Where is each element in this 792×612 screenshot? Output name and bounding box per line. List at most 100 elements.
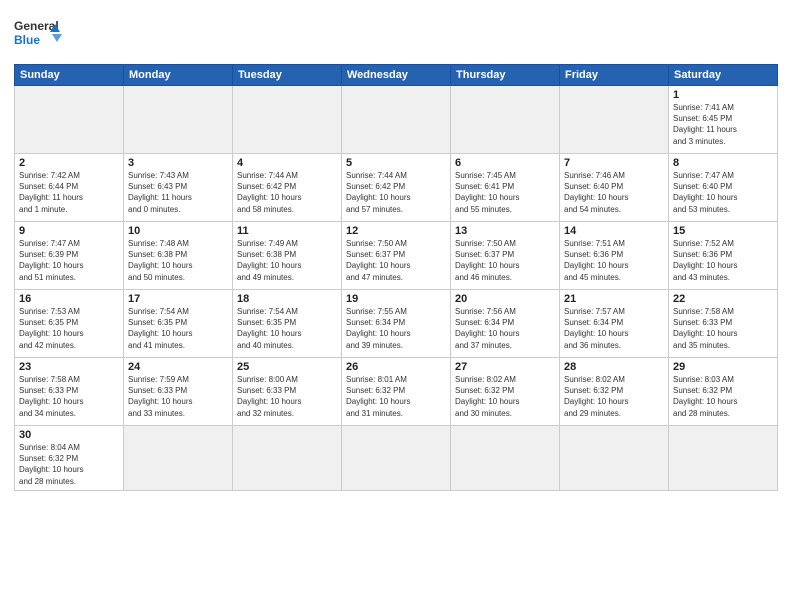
day-number: 4	[237, 157, 337, 169]
calendar-cell: 3Sunrise: 7:43 AM Sunset: 6:43 PM Daylig…	[124, 154, 233, 222]
calendar-cell: 4Sunrise: 7:44 AM Sunset: 6:42 PM Daylig…	[233, 154, 342, 222]
day-number: 3	[128, 157, 228, 169]
day-info: Sunrise: 7:51 AM Sunset: 6:36 PM Dayligh…	[564, 238, 664, 283]
day-info: Sunrise: 7:57 AM Sunset: 6:34 PM Dayligh…	[564, 306, 664, 351]
day-info: Sunrise: 7:58 AM Sunset: 6:33 PM Dayligh…	[673, 306, 773, 351]
calendar-cell-empty	[342, 426, 451, 491]
day-number: 9	[19, 225, 119, 237]
calendar-cell: 7Sunrise: 7:46 AM Sunset: 6:40 PM Daylig…	[560, 154, 669, 222]
calendar-cell: 19Sunrise: 7:55 AM Sunset: 6:34 PM Dayli…	[342, 290, 451, 358]
calendar-cell: 29Sunrise: 8:03 AM Sunset: 6:32 PM Dayli…	[669, 358, 778, 426]
day-number: 24	[128, 361, 228, 373]
calendar-cell: 27Sunrise: 8:02 AM Sunset: 6:32 PM Dayli…	[451, 358, 560, 426]
calendar-cell: 22Sunrise: 7:58 AM Sunset: 6:33 PM Dayli…	[669, 290, 778, 358]
calendar-row-3: 9Sunrise: 7:47 AM Sunset: 6:39 PM Daylig…	[15, 222, 778, 290]
calendar-cell: 8Sunrise: 7:47 AM Sunset: 6:40 PM Daylig…	[669, 154, 778, 222]
day-info: Sunrise: 7:42 AM Sunset: 6:44 PM Dayligh…	[19, 170, 119, 215]
day-number: 30	[19, 429, 119, 441]
day-info: Sunrise: 8:03 AM Sunset: 6:32 PM Dayligh…	[673, 374, 773, 419]
day-number: 18	[237, 293, 337, 305]
day-info: Sunrise: 7:49 AM Sunset: 6:38 PM Dayligh…	[237, 238, 337, 283]
weekday-header-wednesday: Wednesday	[342, 65, 451, 86]
logo-icon: General Blue	[14, 12, 66, 56]
day-info: Sunrise: 7:58 AM Sunset: 6:33 PM Dayligh…	[19, 374, 119, 419]
day-number: 29	[673, 361, 773, 373]
day-info: Sunrise: 7:55 AM Sunset: 6:34 PM Dayligh…	[346, 306, 446, 351]
day-number: 5	[346, 157, 446, 169]
day-info: Sunrise: 8:02 AM Sunset: 6:32 PM Dayligh…	[455, 374, 555, 419]
day-info: Sunrise: 7:46 AM Sunset: 6:40 PM Dayligh…	[564, 170, 664, 215]
calendar-cell	[451, 86, 560, 154]
day-info: Sunrise: 7:45 AM Sunset: 6:41 PM Dayligh…	[455, 170, 555, 215]
day-number: 23	[19, 361, 119, 373]
calendar-cell: 23Sunrise: 7:58 AM Sunset: 6:33 PM Dayli…	[15, 358, 124, 426]
calendar-table: SundayMondayTuesdayWednesdayThursdayFrid…	[14, 64, 778, 491]
calendar-cell	[124, 86, 233, 154]
day-info: Sunrise: 8:00 AM Sunset: 6:33 PM Dayligh…	[237, 374, 337, 419]
day-info: Sunrise: 7:41 AM Sunset: 6:45 PM Dayligh…	[673, 102, 773, 147]
day-info: Sunrise: 7:53 AM Sunset: 6:35 PM Dayligh…	[19, 306, 119, 351]
header: General Blue	[14, 12, 778, 56]
day-info: Sunrise: 7:52 AM Sunset: 6:36 PM Dayligh…	[673, 238, 773, 283]
day-info: Sunrise: 7:44 AM Sunset: 6:42 PM Dayligh…	[237, 170, 337, 215]
day-number: 17	[128, 293, 228, 305]
calendar-cell: 5Sunrise: 7:44 AM Sunset: 6:42 PM Daylig…	[342, 154, 451, 222]
svg-text:Blue: Blue	[14, 33, 40, 47]
calendar-row-6: 30Sunrise: 8:04 AM Sunset: 6:32 PM Dayli…	[15, 426, 778, 491]
logo: General Blue	[14, 12, 66, 56]
day-info: Sunrise: 7:48 AM Sunset: 6:38 PM Dayligh…	[128, 238, 228, 283]
day-info: Sunrise: 7:47 AM Sunset: 6:39 PM Dayligh…	[19, 238, 119, 283]
calendar-cell	[233, 86, 342, 154]
calendar-cell: 14Sunrise: 7:51 AM Sunset: 6:36 PM Dayli…	[560, 222, 669, 290]
day-number: 12	[346, 225, 446, 237]
calendar-cell	[560, 86, 669, 154]
calendar-cell-empty	[451, 426, 560, 491]
calendar-cell: 17Sunrise: 7:54 AM Sunset: 6:35 PM Dayli…	[124, 290, 233, 358]
calendar-cell: 6Sunrise: 7:45 AM Sunset: 6:41 PM Daylig…	[451, 154, 560, 222]
calendar-cell-empty	[669, 426, 778, 491]
calendar-cell-empty	[233, 426, 342, 491]
calendar-row-2: 2Sunrise: 7:42 AM Sunset: 6:44 PM Daylig…	[15, 154, 778, 222]
day-number: 22	[673, 293, 773, 305]
weekday-header-sunday: Sunday	[15, 65, 124, 86]
calendar-cell: 28Sunrise: 8:02 AM Sunset: 6:32 PM Dayli…	[560, 358, 669, 426]
day-info: Sunrise: 7:44 AM Sunset: 6:42 PM Dayligh…	[346, 170, 446, 215]
day-info: Sunrise: 8:02 AM Sunset: 6:32 PM Dayligh…	[564, 374, 664, 419]
calendar-cell: 13Sunrise: 7:50 AM Sunset: 6:37 PM Dayli…	[451, 222, 560, 290]
day-number: 25	[237, 361, 337, 373]
day-number: 2	[19, 157, 119, 169]
day-number: 26	[346, 361, 446, 373]
day-info: Sunrise: 7:47 AM Sunset: 6:40 PM Dayligh…	[673, 170, 773, 215]
day-number: 20	[455, 293, 555, 305]
calendar-row-1: 1Sunrise: 7:41 AM Sunset: 6:45 PM Daylig…	[15, 86, 778, 154]
calendar-cell-empty	[124, 426, 233, 491]
calendar-cell-empty	[560, 426, 669, 491]
day-info: Sunrise: 7:56 AM Sunset: 6:34 PM Dayligh…	[455, 306, 555, 351]
weekday-header-row: SundayMondayTuesdayWednesdayThursdayFrid…	[15, 65, 778, 86]
weekday-header-friday: Friday	[560, 65, 669, 86]
day-info: Sunrise: 7:59 AM Sunset: 6:33 PM Dayligh…	[128, 374, 228, 419]
calendar-cell: 20Sunrise: 7:56 AM Sunset: 6:34 PM Dayli…	[451, 290, 560, 358]
calendar-cell: 26Sunrise: 8:01 AM Sunset: 6:32 PM Dayli…	[342, 358, 451, 426]
day-number: 21	[564, 293, 664, 305]
calendar-cell: 16Sunrise: 7:53 AM Sunset: 6:35 PM Dayli…	[15, 290, 124, 358]
day-info: Sunrise: 8:04 AM Sunset: 6:32 PM Dayligh…	[19, 442, 119, 487]
page: General Blue SundayMondayTuesdayWednesda…	[0, 0, 792, 612]
day-info: Sunrise: 7:54 AM Sunset: 6:35 PM Dayligh…	[237, 306, 337, 351]
day-number: 6	[455, 157, 555, 169]
calendar-cell: 25Sunrise: 8:00 AM Sunset: 6:33 PM Dayli…	[233, 358, 342, 426]
day-number: 10	[128, 225, 228, 237]
calendar-cell: 1Sunrise: 7:41 AM Sunset: 6:45 PM Daylig…	[669, 86, 778, 154]
calendar-row-5: 23Sunrise: 7:58 AM Sunset: 6:33 PM Dayli…	[15, 358, 778, 426]
weekday-header-monday: Monday	[124, 65, 233, 86]
calendar-cell: 24Sunrise: 7:59 AM Sunset: 6:33 PM Dayli…	[124, 358, 233, 426]
calendar-cell	[342, 86, 451, 154]
day-number: 28	[564, 361, 664, 373]
day-number: 7	[564, 157, 664, 169]
calendar-cell: 18Sunrise: 7:54 AM Sunset: 6:35 PM Dayli…	[233, 290, 342, 358]
day-number: 16	[19, 293, 119, 305]
day-number: 1	[673, 89, 773, 101]
day-number: 13	[455, 225, 555, 237]
calendar-cell: 15Sunrise: 7:52 AM Sunset: 6:36 PM Dayli…	[669, 222, 778, 290]
calendar-cell: 21Sunrise: 7:57 AM Sunset: 6:34 PM Dayli…	[560, 290, 669, 358]
